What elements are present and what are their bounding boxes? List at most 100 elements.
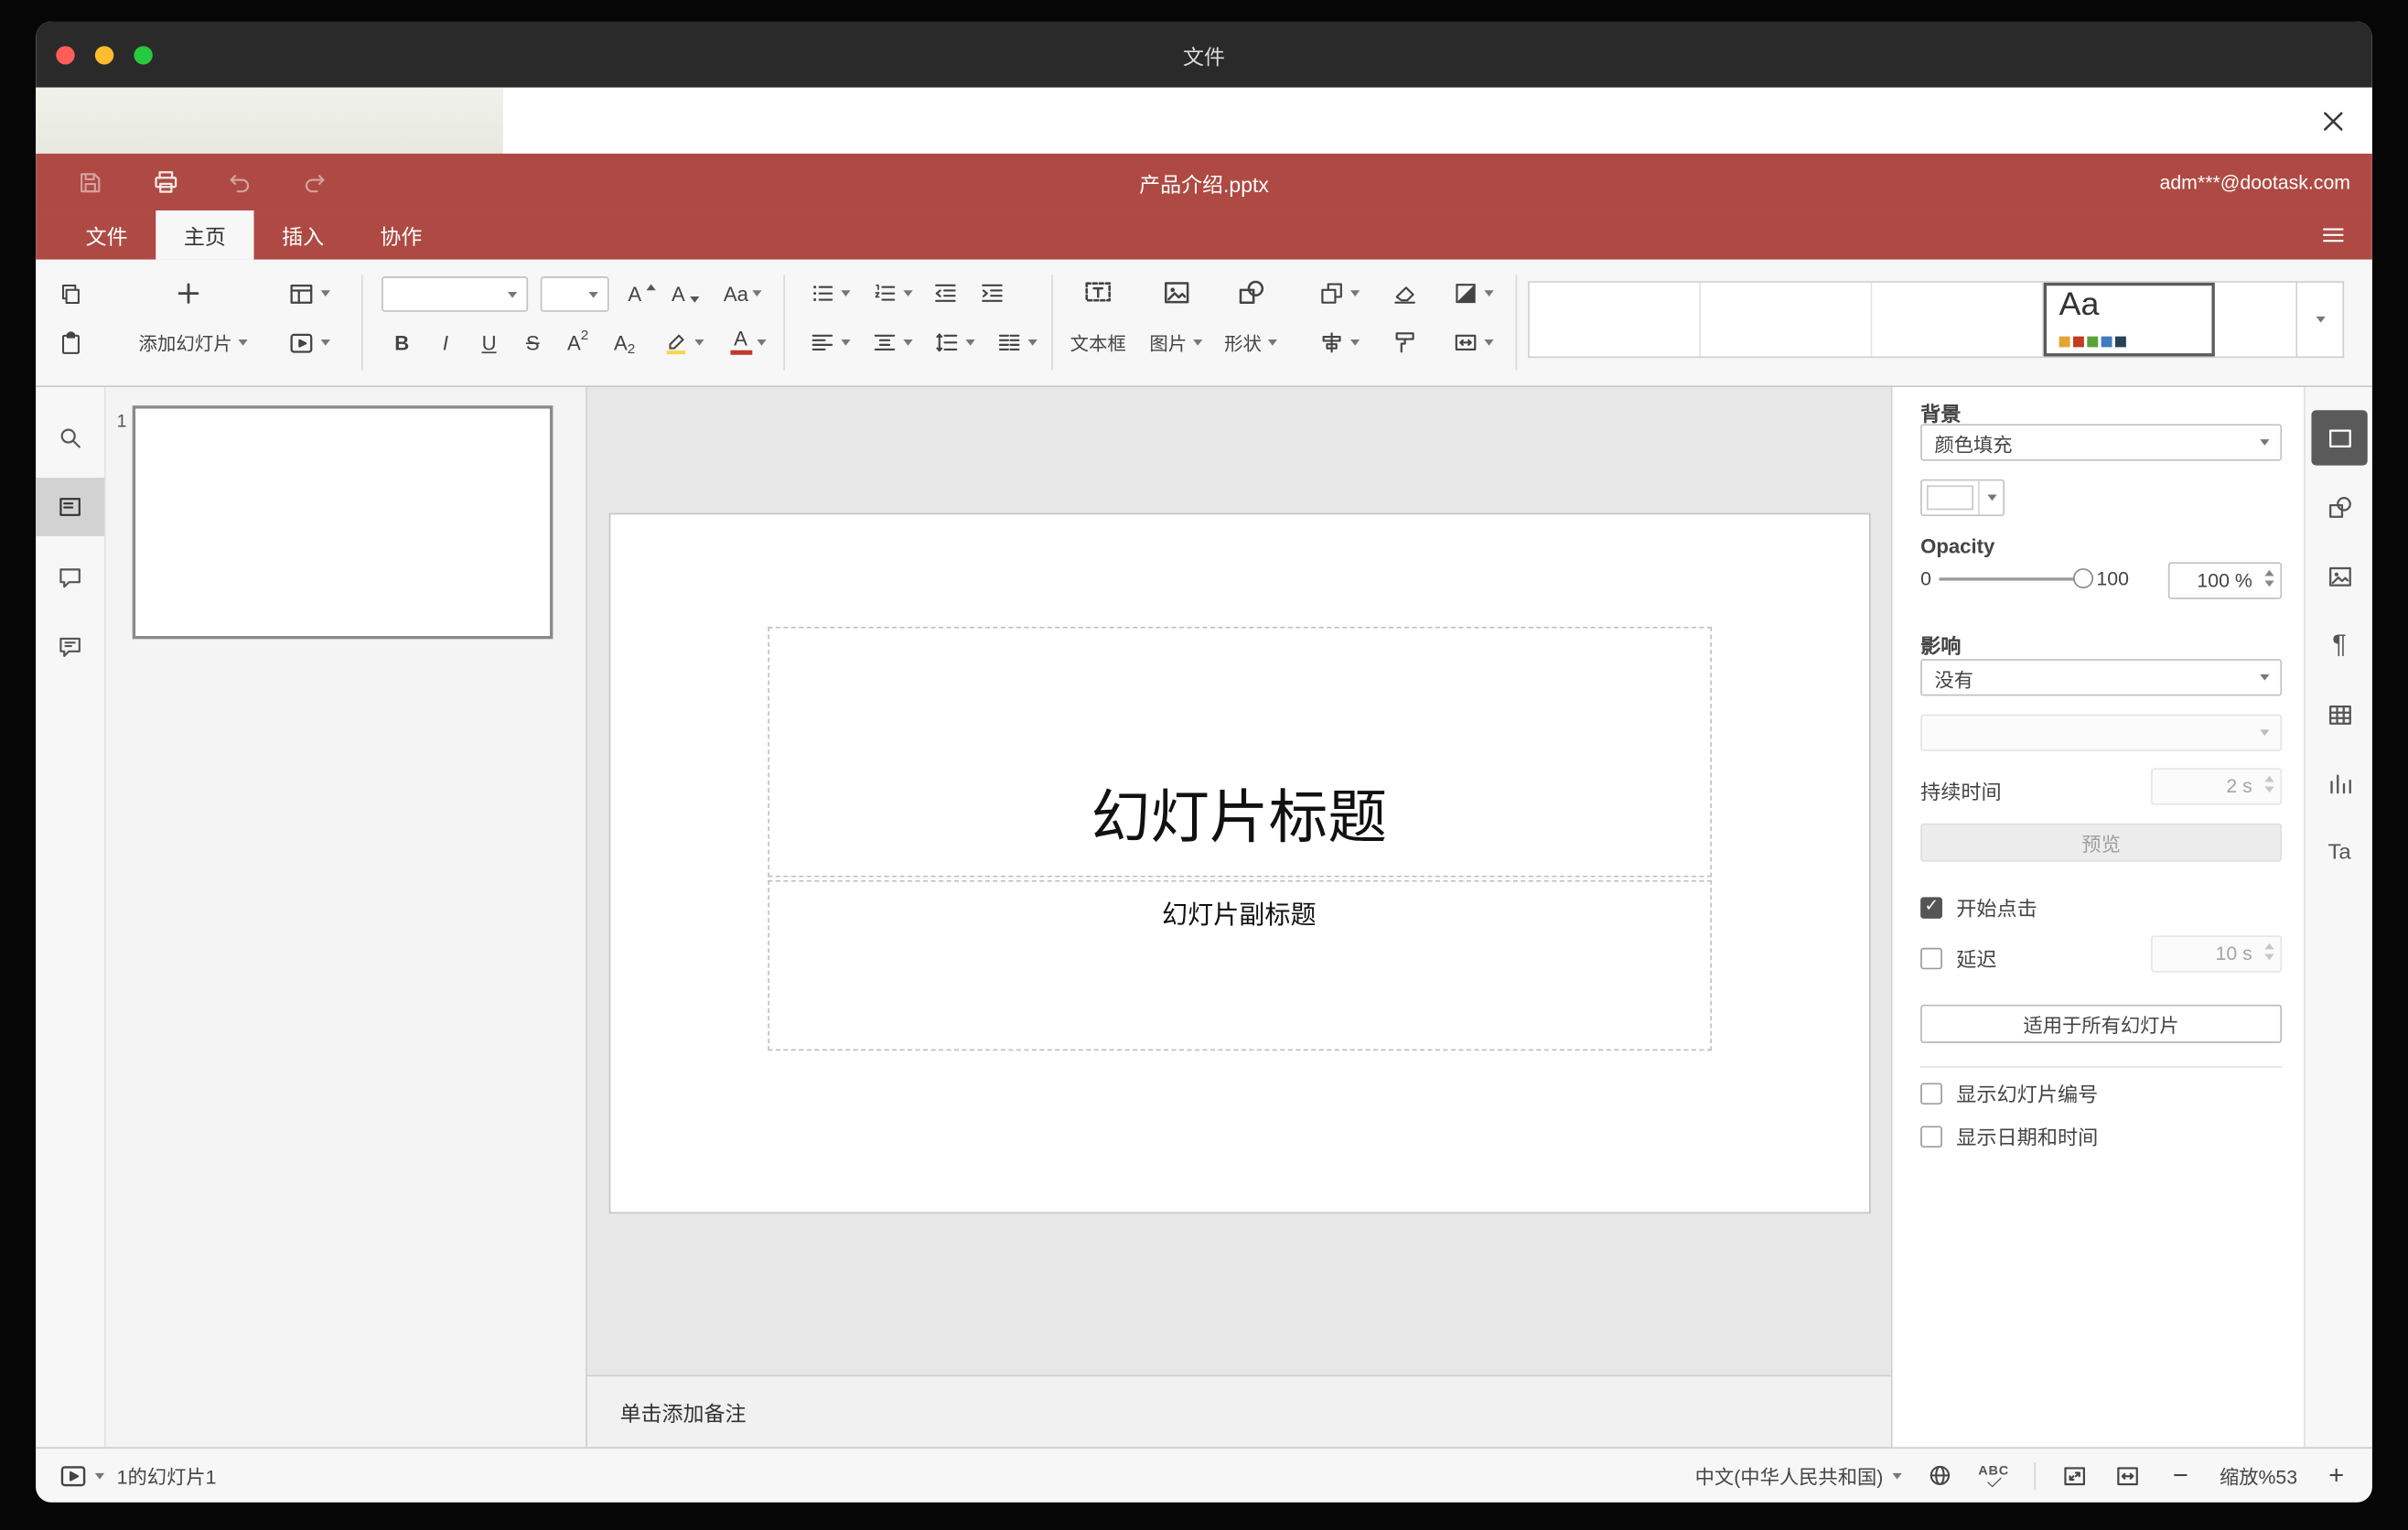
background-color-picker[interactable] bbox=[1920, 479, 2005, 517]
delay-checkbox[interactable] bbox=[1920, 946, 1942, 969]
theme-thumbnail-selected[interactable]: Aa bbox=[2043, 282, 2215, 357]
numbered-list-button[interactable] bbox=[861, 274, 920, 314]
chart-settings-icon[interactable] bbox=[2311, 756, 2367, 811]
text-art-settings-icon[interactable]: Ta bbox=[2311, 824, 2367, 878]
fit-width-icon[interactable] bbox=[2113, 1461, 2142, 1489]
eraser-button[interactable] bbox=[1381, 274, 1428, 314]
image-icon[interactable] bbox=[1155, 269, 1199, 315]
add-slide-icon[interactable] bbox=[162, 270, 215, 316]
paragraph-settings-icon[interactable]: ¶ bbox=[2311, 618, 2367, 673]
shape-icon[interactable] bbox=[1229, 269, 1273, 315]
apply-to-all-slides-button[interactable]: 适用于所有幻灯片 bbox=[1920, 1004, 2283, 1043]
font-color-button[interactable]: A bbox=[718, 323, 778, 363]
document-language-icon[interactable] bbox=[1927, 1462, 1953, 1489]
slide[interactable]: 幻灯片标题 幻灯片副标题 bbox=[609, 514, 1869, 1212]
change-case-button[interactable]: Aa bbox=[712, 274, 774, 314]
slide-size-button[interactable] bbox=[1441, 323, 1503, 363]
redo-button[interactable] bbox=[291, 160, 338, 203]
subtitle-placeholder[interactable]: 幻灯片副标题 bbox=[767, 879, 1712, 1051]
strikethrough-button[interactable]: S bbox=[512, 323, 553, 363]
theme-thumbnail-3[interactable] bbox=[1872, 282, 2044, 357]
save-button[interactable] bbox=[67, 160, 113, 203]
panel-divider bbox=[1920, 1066, 2283, 1068]
slide-background-button[interactable] bbox=[1441, 274, 1503, 314]
color-swatch bbox=[1926, 485, 1974, 511]
background-fill-select[interactable]: 颜色填充 bbox=[1920, 424, 2283, 461]
shape-button[interactable]: 形状 bbox=[1210, 323, 1292, 363]
opacity-spinner[interactable] bbox=[2264, 569, 2274, 587]
tab-collaboration[interactable]: 协作 bbox=[352, 210, 450, 260]
superscript-button[interactable]: A2 bbox=[556, 323, 600, 363]
table-settings-icon[interactable] bbox=[2311, 686, 2367, 741]
align-objects-button[interactable] bbox=[1306, 323, 1369, 363]
horizontal-align-button[interactable] bbox=[799, 323, 858, 363]
delay-row[interactable]: 延迟 bbox=[1920, 943, 1997, 973]
theme-thumbnail-1[interactable] bbox=[1529, 282, 1702, 357]
vertical-align-button[interactable] bbox=[861, 323, 920, 363]
paste-button[interactable] bbox=[49, 323, 90, 363]
subscript-button[interactable]: A2 bbox=[603, 323, 647, 363]
show-date-time-checkbox[interactable] bbox=[1920, 1125, 1942, 1148]
slide-settings-icon[interactable] bbox=[2311, 410, 2368, 466]
chat-icon[interactable] bbox=[36, 618, 104, 676]
font-size-select[interactable] bbox=[540, 276, 609, 312]
zoom-level[interactable]: 缩放%53 bbox=[2220, 1460, 2297, 1490]
tab-insert[interactable]: 插入 bbox=[254, 210, 352, 260]
increase-indent-button[interactable] bbox=[971, 274, 1015, 314]
decrease-indent-button[interactable] bbox=[924, 274, 968, 314]
effect-select[interactable]: 没有 bbox=[1920, 659, 2283, 696]
image-button[interactable]: 图片 bbox=[1135, 323, 1217, 363]
zoom-in-button[interactable]: + bbox=[2322, 1462, 2350, 1489]
slide-layout-button[interactable] bbox=[274, 274, 343, 314]
notes-area[interactable]: 单击添加备注 bbox=[586, 1374, 1891, 1448]
effect-label: 影响 bbox=[1920, 634, 1962, 658]
shape-settings-icon[interactable] bbox=[2311, 479, 2367, 534]
copy-style-button[interactable] bbox=[1381, 323, 1428, 363]
spellcheck-icon[interactable]: ABC bbox=[1978, 1463, 2009, 1488]
image-settings-icon[interactable] bbox=[2311, 548, 2367, 603]
close-icon[interactable] bbox=[2315, 102, 2352, 139]
search-icon[interactable] bbox=[36, 409, 104, 468]
hamburger-menu-icon[interactable] bbox=[2306, 210, 2360, 260]
text-box-icon[interactable] bbox=[1070, 269, 1126, 315]
fit-slide-icon[interactable] bbox=[2060, 1461, 2089, 1489]
theme-gallery-expand-button[interactable] bbox=[2297, 281, 2345, 359]
editor-canvas[interactable]: 幻灯片标题 幻灯片副标题 bbox=[586, 387, 1891, 1375]
copy-button[interactable] bbox=[49, 274, 90, 314]
undo-button[interactable] bbox=[217, 160, 263, 203]
line-spacing-button[interactable] bbox=[924, 323, 984, 363]
show-slide-number-checkbox[interactable] bbox=[1920, 1082, 1942, 1104]
print-button[interactable] bbox=[142, 160, 188, 203]
opacity-slider[interactable] bbox=[1939, 568, 2094, 588]
start-slideshow-button[interactable] bbox=[274, 323, 343, 363]
decrease-font-button[interactable]: A bbox=[665, 274, 705, 314]
arrange-button[interactable] bbox=[1306, 274, 1369, 314]
opacity-slider-handle[interactable] bbox=[2072, 568, 2094, 588]
start-slideshow-status-button[interactable] bbox=[58, 1460, 105, 1492]
opacity-value-input[interactable]: 100 % bbox=[2167, 562, 2283, 599]
theme-thumbnail-5[interactable] bbox=[2214, 282, 2296, 357]
italic-button[interactable]: I bbox=[425, 323, 466, 363]
zoom-out-button[interactable]: − bbox=[2166, 1462, 2195, 1489]
comments-icon[interactable] bbox=[36, 548, 104, 607]
title-placeholder[interactable]: 幻灯片标题 bbox=[767, 626, 1712, 878]
tab-home[interactable]: 主页 bbox=[156, 210, 254, 260]
bold-button[interactable]: B bbox=[382, 323, 422, 363]
show-date-time-row[interactable]: 显示日期和时间 bbox=[1920, 1121, 2098, 1150]
slides-panel-icon[interactable] bbox=[36, 478, 105, 536]
bullet-list-button[interactable] bbox=[799, 274, 858, 314]
show-slide-number-row[interactable]: 显示幻灯片编号 bbox=[1920, 1078, 2098, 1107]
font-name-select[interactable] bbox=[382, 276, 529, 312]
start-on-click-checkbox[interactable] bbox=[1920, 896, 1942, 919]
highlight-color-button[interactable] bbox=[652, 323, 712, 363]
theme-thumbnail-2[interactable] bbox=[1701, 282, 1873, 357]
underline-button[interactable]: U bbox=[468, 323, 509, 363]
add-slide-button[interactable]: 添加幻灯片 bbox=[123, 323, 263, 363]
language-selector[interactable]: 中文(中华人民共和国) bbox=[1695, 1460, 1902, 1490]
increase-font-button[interactable]: A bbox=[621, 274, 661, 314]
slide-thumbnail[interactable] bbox=[132, 405, 554, 640]
text-box-button[interactable]: 文本框 bbox=[1055, 323, 1142, 363]
columns-button[interactable] bbox=[986, 323, 1046, 363]
tab-file[interactable]: 文件 bbox=[58, 210, 156, 260]
start-on-click-row[interactable]: 开始点击 bbox=[1920, 892, 2037, 921]
